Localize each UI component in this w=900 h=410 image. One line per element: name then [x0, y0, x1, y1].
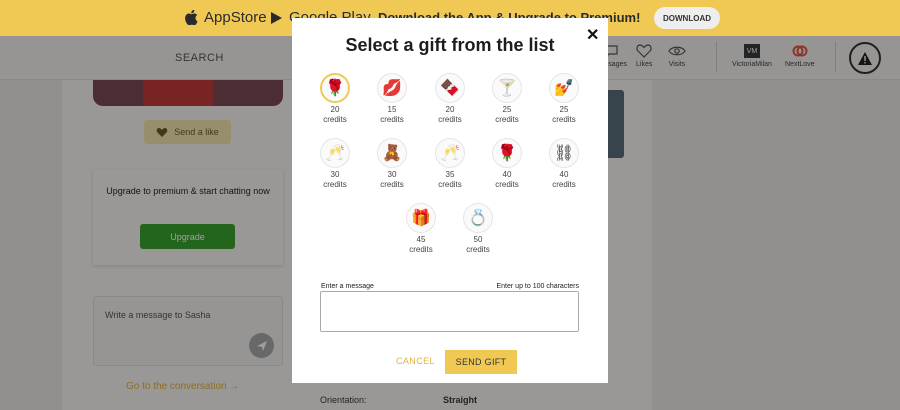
gift-unit: credits [495, 180, 519, 189]
gift-option[interactable]: ⛓ 40 credits [539, 138, 589, 190]
chocolate-heart-icon: 🍫 [435, 73, 465, 103]
gift-unit: credits [438, 180, 462, 189]
gift-box-icon: 🎁 [406, 203, 436, 233]
handcuffs-icon: ⛓ [549, 138, 579, 168]
ring-icon: 💍 [463, 203, 493, 233]
champagne-glass-icon: 🥂 [320, 138, 350, 168]
close-button[interactable]: ✕ [586, 25, 599, 45]
cancel-button[interactable]: CANCEL [396, 356, 435, 366]
gift-option[interactable]: 🌹 20 credits [310, 73, 360, 125]
gift-option[interactable]: 🧸 30 credits [367, 138, 417, 190]
gift-unit: credits [552, 115, 576, 124]
gift-unit: credits [323, 180, 347, 189]
orientation-label: Orientation: [320, 395, 367, 405]
gift-amount: 40 [502, 170, 512, 179]
gift-price: 20 credits [323, 105, 347, 125]
message-label: Enter a message [321, 283, 374, 290]
modal-title: Select a gift from the list [345, 35, 555, 55]
gift-amount: 40 [559, 170, 569, 179]
gift-amount: 50 [473, 235, 483, 244]
gift-unit: credits [438, 115, 462, 124]
gift-message-input[interactable] [320, 291, 579, 332]
gift-amount: 30 [330, 170, 340, 179]
gift-price: 30 credits [380, 170, 404, 190]
cocktail-icon: 🍸 [492, 73, 522, 103]
gift-option[interactable]: 💋 15 credits [367, 73, 417, 125]
champagne-toast-icon: 🥂 [435, 138, 465, 168]
gift-amount: 45 [416, 235, 426, 244]
gift-price: 20 credits [438, 105, 462, 125]
apple-icon [185, 10, 198, 25]
gift-amount: 15 [387, 105, 397, 114]
appstore-link[interactable]: AppStore [185, 9, 267, 26]
gift-option[interactable]: 💅 25 credits [539, 73, 589, 125]
orientation-value: Straight [443, 395, 478, 405]
gift-modal: Select a gift from the list ✕ 🌹 20 credits… [292, 18, 608, 383]
gift-unit: credits [380, 115, 404, 124]
gift-price: 50 credits [466, 235, 490, 255]
gift-price: 15 credits [380, 105, 404, 125]
gift-unit: credits [466, 245, 490, 254]
gift-option[interactable]: 🍫 20 credits [425, 73, 475, 125]
appstore-label: AppStore [204, 9, 267, 26]
gift-unit: credits [552, 180, 576, 189]
gift-price: 30 credits [323, 170, 347, 190]
gift-price: 40 credits [495, 170, 519, 190]
gift-amount: 20 [330, 105, 340, 114]
gift-option[interactable]: 🥂 30 credits [310, 138, 360, 190]
gift-amount: 35 [445, 170, 455, 179]
send-gift-button[interactable]: SEND GIFT [445, 350, 517, 374]
gift-price: 25 credits [552, 105, 576, 125]
gift-option[interactable]: 🎁 45 credits [396, 203, 446, 255]
gift-price: 25 credits [495, 105, 519, 125]
char-limit-hint: Enter up to 100 characters [496, 283, 580, 290]
gift-unit: credits [323, 115, 347, 124]
gift-price: 40 credits [552, 170, 576, 190]
gift-unit: credits [409, 245, 433, 254]
teddy-bear-icon: 🧸 [377, 138, 407, 168]
gift-option[interactable]: 🥂 35 credits [425, 138, 475, 190]
gift-price: 35 credits [438, 170, 462, 190]
manicure-icon: 💅 [549, 73, 579, 103]
gift-amount: 20 [445, 105, 455, 114]
gift-option[interactable]: 🌹 40 credits [482, 138, 532, 190]
lips-icon: 💋 [377, 73, 407, 103]
gift-amount: 30 [387, 170, 397, 179]
gift-unit: credits [380, 180, 404, 189]
gift-amount: 25 [502, 105, 512, 114]
download-button[interactable]: DOWNLOAD [654, 7, 720, 29]
gift-amount: 25 [559, 105, 569, 114]
gift-unit: credits [495, 115, 519, 124]
rose-bouquet-icon: 🌹 [492, 138, 522, 168]
rose-icon: 🌹 [320, 73, 350, 103]
googleplay-icon [271, 11, 282, 24]
gift-option[interactable]: 💍 50 credits [453, 203, 503, 255]
gift-price: 45 credits [409, 235, 433, 255]
gift-option[interactable]: 🍸 25 credits [482, 73, 532, 125]
